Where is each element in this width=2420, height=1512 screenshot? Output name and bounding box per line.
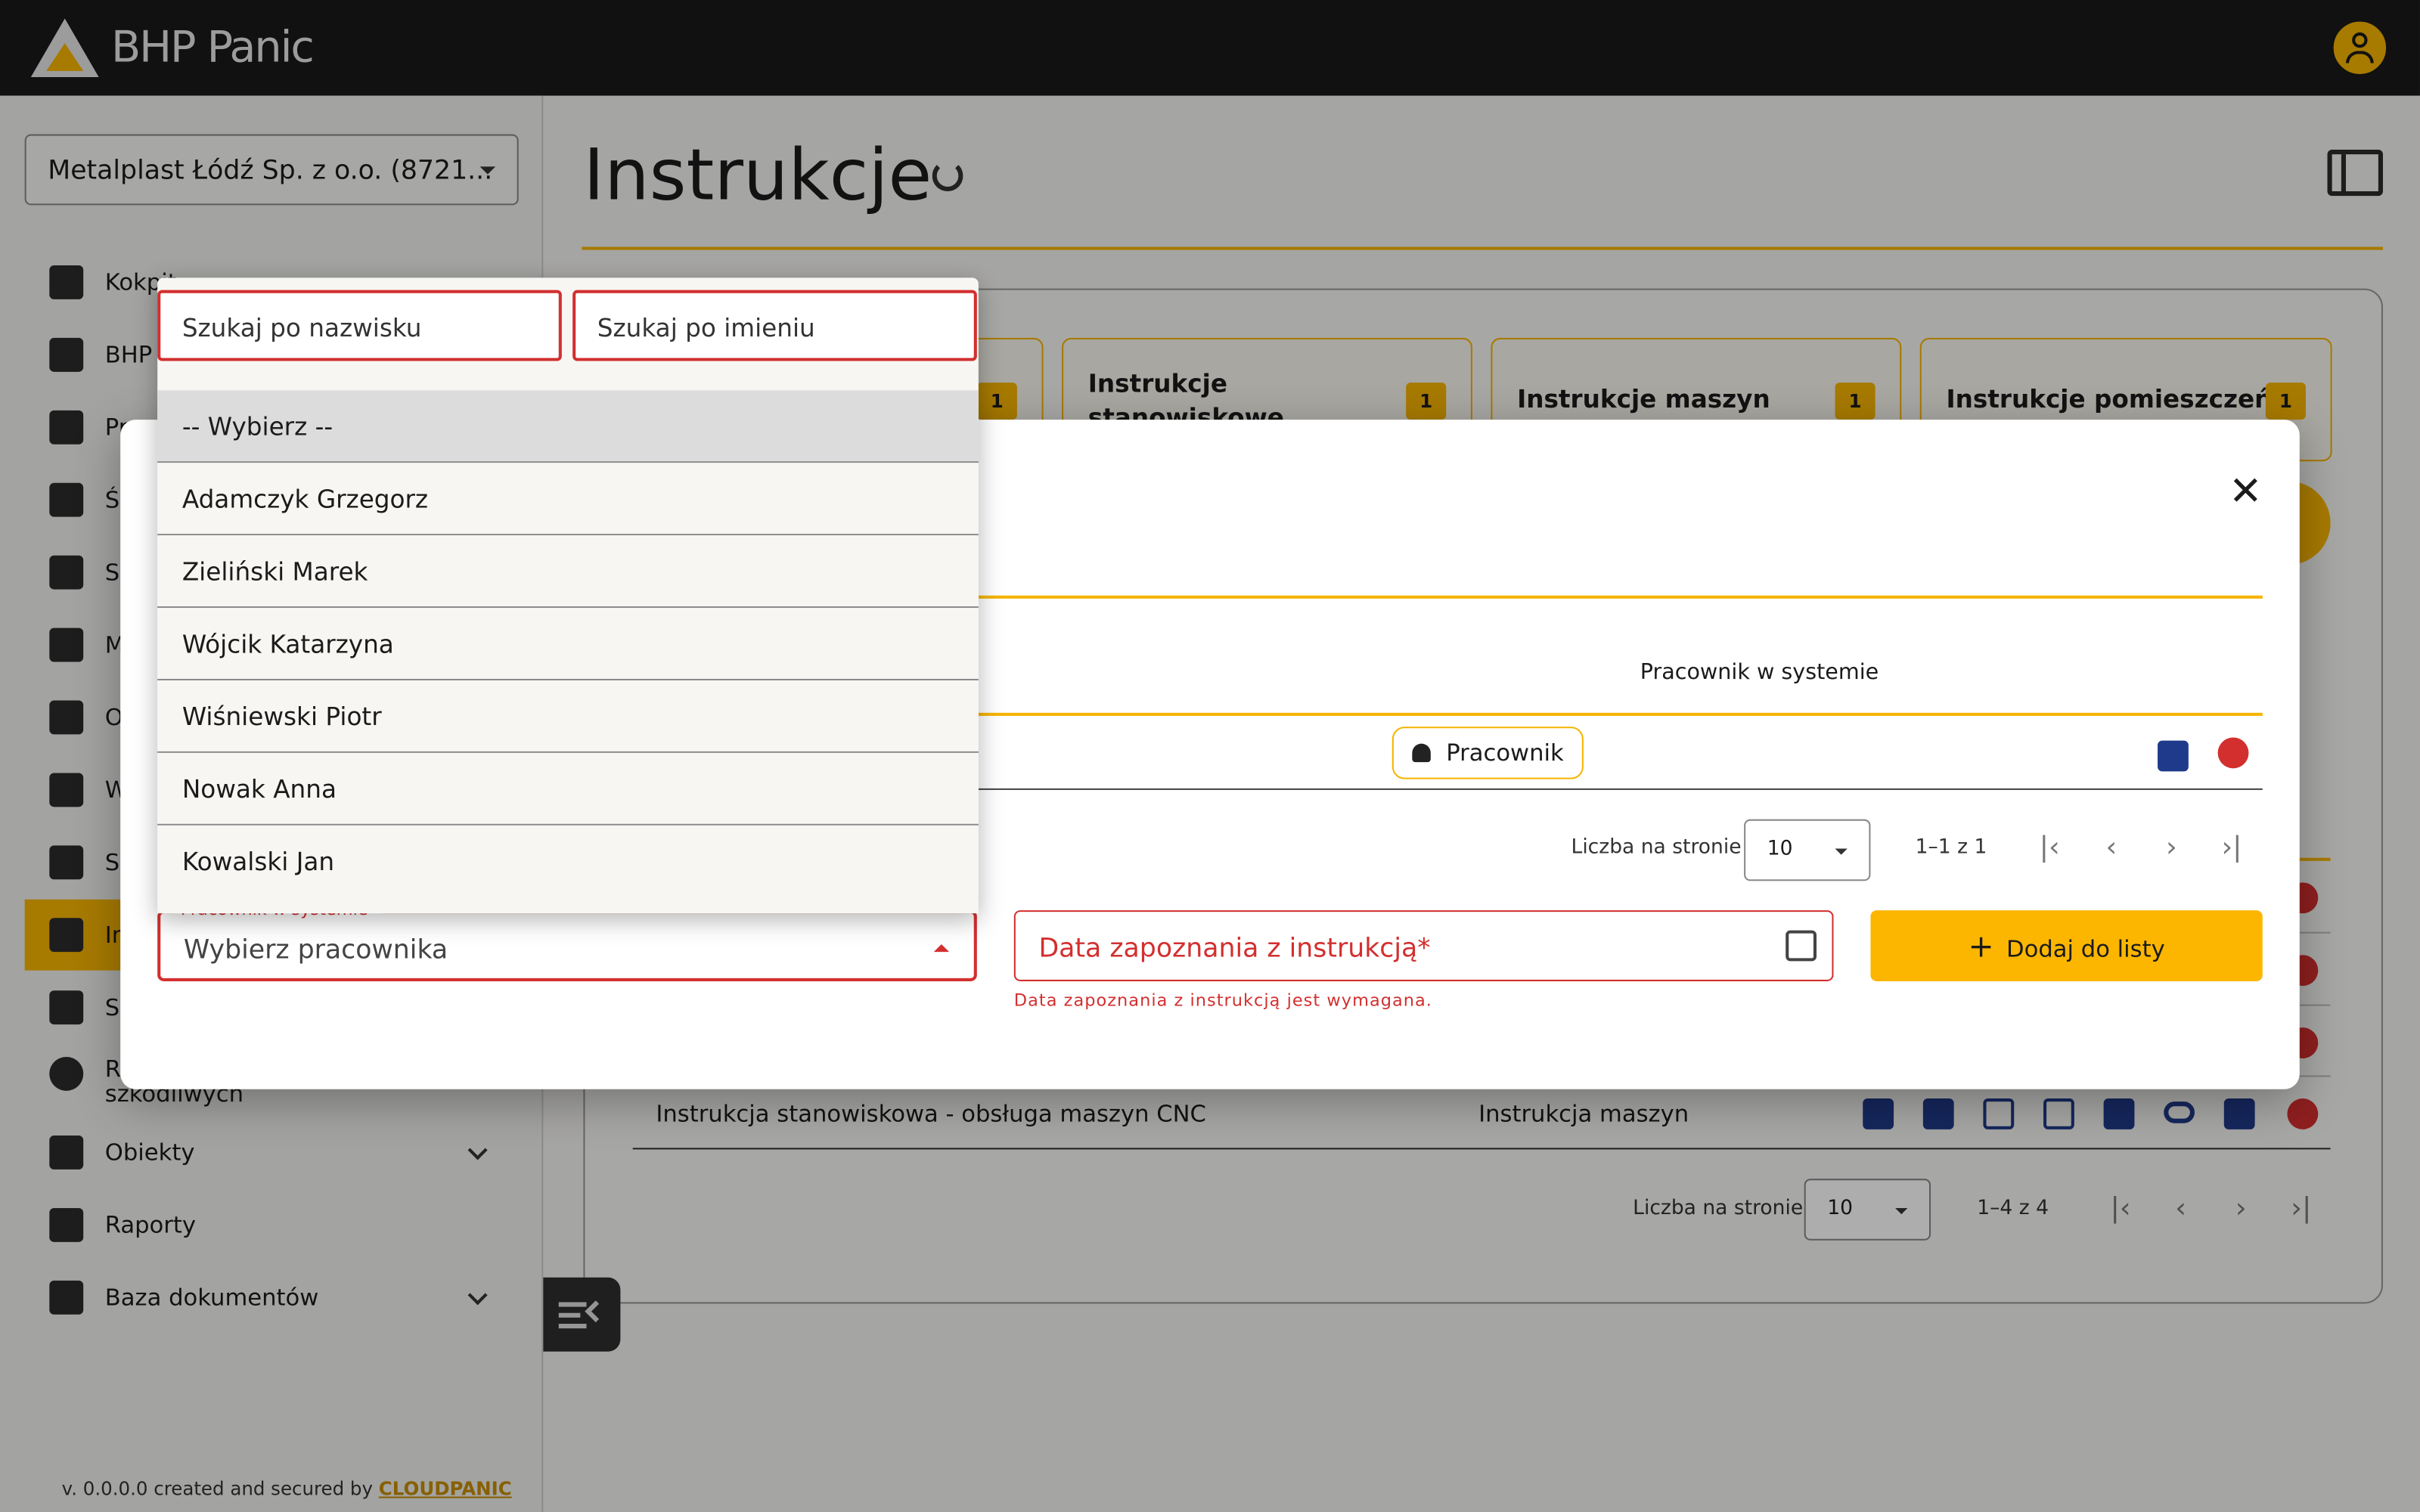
calendar-icon[interactable]	[1786, 930, 1817, 962]
employee-select-value: Wybierz pracownika	[183, 934, 448, 966]
employee-select[interactable]: Wybierz pracownika	[157, 910, 977, 981]
dialog-divider	[978, 595, 2263, 599]
delete-icon[interactable]	[2217, 737, 2249, 769]
table-row	[978, 716, 2263, 790]
dropdown-option[interactable]: -- Wybierz --	[157, 390, 979, 463]
date-error-text: Data zapoznania z instrukcją jest wymaga…	[1013, 990, 1432, 1011]
dropdown-option[interactable]: Adamczyk Grzegorz	[157, 463, 979, 536]
close-icon[interactable]: ✕	[2229, 472, 2263, 512]
date-input-label: Data zapoznania z instrukcją*	[1038, 933, 1431, 965]
date-input[interactable]: Data zapoznania z instrukcją*	[1013, 910, 1834, 981]
plus-icon: +	[1968, 927, 1994, 965]
page-size-select[interactable]: 10	[1744, 819, 1871, 881]
search-lastname-input[interactable]: Szukaj po nazwisku	[157, 290, 562, 361]
dropdown-option[interactable]: Zieliński Marek	[157, 535, 979, 609]
search-firstname-input[interactable]: Szukaj po imieniu	[572, 290, 977, 361]
employee-chip: Pracownik	[1392, 727, 1584, 779]
prev-page-icon[interactable]: ‹	[2099, 834, 2124, 862]
chevron-down-icon	[1835, 848, 1848, 855]
dropdown-option[interactable]: Wójcik Katarzyna	[157, 608, 979, 680]
page-size-value: 10	[1767, 838, 1793, 861]
first-page-icon[interactable]: |‹	[2037, 834, 2062, 862]
add-to-list-label: Dodaj do listy	[2006, 934, 2165, 963]
chip-label: Pracownik	[1446, 739, 1564, 767]
dropdown-option[interactable]: Nowak Anna	[157, 752, 979, 826]
next-page-icon[interactable]: ›	[2159, 834, 2184, 862]
person-icon	[1412, 743, 1431, 763]
dropdown-option[interactable]: Wiśniewski Piotr	[157, 680, 979, 753]
add-to-list-button[interactable]: + Dodaj do listy	[1870, 910, 2263, 981]
last-page-icon[interactable]: ›|	[2220, 834, 2245, 862]
page-size-label: Liczba na stronie	[1571, 836, 1742, 860]
chevron-up-icon	[933, 943, 950, 953]
page-range: 1–1 z 1	[1915, 836, 1987, 860]
column-header: Pracownik w systemie	[978, 636, 2263, 716]
dropdown-option[interactable]: Kowalski Jan	[157, 825, 979, 898]
edit-icon[interactable]	[2158, 740, 2189, 772]
